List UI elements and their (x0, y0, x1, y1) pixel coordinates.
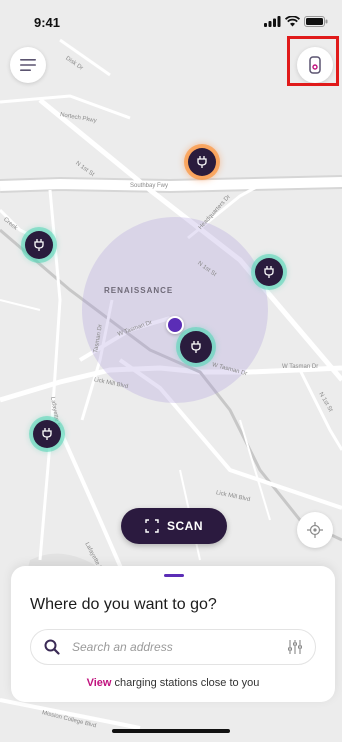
menu-button[interactable] (10, 47, 46, 83)
street-label: W Tasman Dr (282, 364, 319, 370)
charging-station-marker[interactable] (188, 148, 216, 176)
address-search-box[interactable] (30, 629, 316, 665)
locate-me-button[interactable] (297, 512, 333, 548)
charging-station-marker[interactable] (255, 258, 283, 286)
cellular-signal-icon (264, 16, 281, 27)
destination-sheet: Where do you want to go? View charging s (11, 566, 335, 702)
charging-station-marker[interactable] (33, 420, 61, 448)
battery-icon (304, 16, 328, 27)
view-stations-link[interactable]: View (87, 677, 112, 689)
scan-button[interactable]: SCAN (121, 508, 227, 544)
filter-sliders-icon[interactable] (287, 639, 303, 655)
scan-frame-icon (145, 519, 159, 533)
highlight-box (287, 36, 339, 86)
charging-station-marker[interactable] (25, 231, 53, 259)
wifi-icon (285, 16, 300, 27)
status-bar: 9:41 (0, 0, 342, 40)
charging-plug-icon (34, 239, 44, 251)
view-stations-line: View charging stations close to you (11, 677, 335, 689)
charging-plug-icon (264, 266, 274, 278)
search-icon (43, 638, 61, 656)
charging-station-marker[interactable] (180, 331, 212, 363)
status-time: 9:41 (34, 15, 61, 30)
sheet-title: Where do you want to go? (30, 596, 217, 613)
address-search-input[interactable] (70, 639, 274, 655)
view-stations-text: charging stations close to you (111, 677, 260, 689)
home-indicator[interactable] (112, 729, 230, 733)
crosshair-locate-icon (307, 522, 323, 538)
user-location-dot (166, 316, 184, 334)
sheet-handle[interactable] (164, 574, 184, 577)
charging-plug-icon (191, 341, 201, 353)
charging-plug-icon (197, 156, 207, 168)
scan-label: SCAN (166, 519, 203, 533)
status-icons (264, 16, 328, 27)
app-screen: Disk Dr Nortech Pkwy N 1st St Southbay F… (0, 0, 342, 742)
hamburger-menu-icon (20, 59, 36, 71)
charging-plug-icon (42, 428, 52, 440)
area-label-renaissance: RENAISSANCE (104, 286, 174, 295)
street-label: Southbay Fwy (130, 183, 169, 189)
